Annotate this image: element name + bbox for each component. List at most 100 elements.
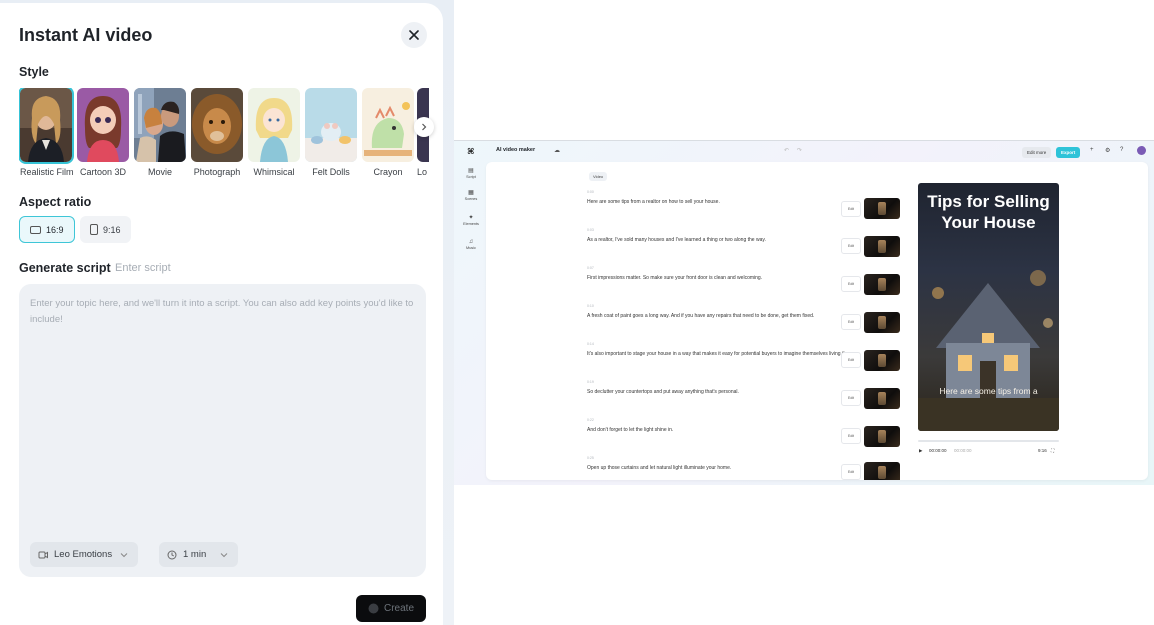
- scroll-right-button[interactable]: [414, 117, 434, 137]
- topic-placeholder: Enter your topic here, and we'll turn it…: [30, 298, 414, 325]
- style-name: Movie: [147, 167, 172, 177]
- felt-dolls-thumbnail: [305, 88, 357, 162]
- close-icon: [409, 30, 419, 40]
- sidebar-item-script[interactable]: ▤ Script: [463, 167, 479, 179]
- create-label: Create: [383, 603, 414, 614]
- scene-thumbnail[interactable]: [864, 426, 900, 447]
- style-option-felt-dolls[interactable]: Felt Dolls: [305, 88, 357, 177]
- scene-edit-button[interactable]: Edit: [841, 428, 861, 444]
- topic-input[interactable]: Enter your topic here, and we'll turn it…: [19, 284, 426, 577]
- chevron-down-icon: [220, 552, 228, 557]
- crayon-thumbnail: [362, 88, 414, 162]
- scene-thumbnail[interactable]: [864, 350, 900, 371]
- scene-edit-button[interactable]: Edit: [841, 352, 861, 368]
- tab-enter-script[interactable]: Enter script: [115, 262, 171, 274]
- sidebar-label: Elements: [463, 222, 479, 226]
- tab-generate-script[interactable]: Generate script: [19, 261, 111, 275]
- duration-select[interactable]: 1 min: [159, 542, 239, 567]
- create-button[interactable]: Create: [356, 595, 426, 622]
- portrait-icon: [90, 224, 98, 235]
- aspect-label: 9:16: [103, 224, 121, 235]
- style-name: Cartoon 3D: [79, 167, 127, 177]
- capcut-logo-icon: ⌘: [467, 147, 475, 156]
- style-option-realistic-film[interactable]: Realistic Film: [19, 88, 74, 177]
- style-name: Lo: [417, 167, 428, 177]
- scene-time: 0:25: [587, 456, 594, 460]
- scenes-icon: ▦: [468, 190, 474, 196]
- style-carousel: Realistic Film Cartoon 3D Movie Photogra…: [19, 88, 429, 180]
- style-option-photograph[interactable]: Photograph: [191, 88, 243, 177]
- cloud-icon[interactable]: ☁: [554, 147, 560, 154]
- landscape-icon: [30, 225, 41, 234]
- scene-time: 0:14: [587, 342, 594, 346]
- app-title: AI video maker: [496, 147, 536, 153]
- video-preview[interactable]: Tips for Selling Your House Here are som…: [918, 183, 1059, 431]
- ratio-badge[interactable]: 9:16: [1038, 448, 1047, 453]
- editor-screenshot: ⌘ AI video maker ☁ ↶ ↷ Edit more Export …: [454, 140, 1154, 485]
- sidebar-item-music[interactable]: ♫ Music: [463, 239, 479, 250]
- style-option-crayon[interactable]: Crayon: [362, 88, 414, 177]
- music-icon: ♫: [468, 239, 474, 245]
- sidebar-item-elements[interactable]: ✦ Elements: [463, 214, 479, 226]
- sidebar-item-scenes[interactable]: ▦ Scenes: [463, 189, 479, 201]
- duration-value: 1 min: [183, 549, 207, 560]
- aspect-9-16-button[interactable]: 9:16: [80, 216, 131, 243]
- scene-time: 0:19: [587, 380, 594, 384]
- help-icon[interactable]: ?: [1120, 147, 1123, 153]
- scene-thumbnail[interactable]: [864, 274, 900, 295]
- settings-icon[interactable]: ⚙: [1105, 147, 1110, 154]
- video-tag[interactable]: Video: [589, 172, 608, 181]
- timeline-bar[interactable]: [918, 440, 1059, 442]
- scene-edit-button[interactable]: Edit: [841, 314, 861, 330]
- export-button[interactable]: Export: [1056, 147, 1081, 158]
- scene-thumbnail[interactable]: [864, 388, 900, 409]
- current-time: 00:00:00: [929, 448, 947, 453]
- realistic-film-thumbnail: [19, 88, 74, 164]
- script-content: Video 0:00 Here are some tips from a rea…: [486, 162, 1148, 480]
- play-icon[interactable]: ▶: [919, 448, 922, 454]
- fullscreen-icon[interactable]: ⛶: [1051, 448, 1054, 453]
- style-name: Photograph: [193, 167, 241, 177]
- whimsical-thumbnail: [248, 88, 300, 162]
- scene-thumbnail[interactable]: [864, 236, 900, 257]
- redo-icon[interactable]: ↷: [797, 147, 802, 154]
- scene-time: 0:00: [587, 190, 594, 194]
- chevron-down-icon: [120, 552, 128, 557]
- voice-value: Leo Emotions: [54, 549, 113, 560]
- plus-icon[interactable]: +: [1090, 147, 1094, 153]
- edit-more-button[interactable]: Edit more: [1022, 147, 1052, 158]
- style-name: Crayon: [373, 167, 403, 177]
- scene-time: 0:07: [587, 266, 594, 270]
- style-name: Felt Dolls: [312, 167, 350, 177]
- movie-thumbnail: [134, 88, 186, 162]
- scene-edit-button[interactable]: Edit: [841, 276, 861, 292]
- scene-edit-button[interactable]: Edit: [841, 238, 861, 254]
- scene-thumbnail[interactable]: [864, 312, 900, 333]
- sidebar-label: Scenes: [464, 197, 478, 201]
- cartoon-3d-thumbnail: [77, 88, 129, 162]
- scene-edit-button[interactable]: Edit: [841, 390, 861, 406]
- aspect-16-9-button[interactable]: 16:9: [19, 216, 75, 243]
- total-time: 00:00:00: [954, 448, 972, 453]
- avatar[interactable]: [1137, 146, 1146, 155]
- style-option-movie[interactable]: Movie: [134, 88, 186, 177]
- sparkle-icon: [368, 603, 379, 614]
- dialog-title: Instant AI video: [19, 25, 153, 45]
- elements-icon: ✦: [468, 215, 474, 221]
- style-option-cartoon-3d[interactable]: Cartoon 3D: [77, 88, 129, 177]
- close-button[interactable]: [401, 22, 427, 48]
- style-option-whimsical[interactable]: Whimsical: [248, 88, 300, 177]
- scene-edit-button[interactable]: Edit: [841, 201, 861, 217]
- scene-edit-button[interactable]: Edit: [841, 464, 861, 480]
- sidebar-label: Music: [466, 246, 476, 250]
- sidebar-label: Script: [466, 175, 476, 179]
- script-icon: ▤: [468, 168, 474, 174]
- voice-select[interactable]: Leo Emotions: [30, 542, 139, 567]
- undo-icon[interactable]: ↶: [784, 147, 789, 154]
- scene-thumbnail[interactable]: [864, 462, 900, 480]
- instant-ai-video-dialog: Instant AI video Style Realistic Film Ca…: [0, 3, 443, 625]
- aspect-label: 16:9: [46, 224, 64, 235]
- chevron-right-icon: [422, 123, 427, 131]
- scene-thumbnail[interactable]: [864, 198, 900, 219]
- style-label: Style: [19, 65, 49, 79]
